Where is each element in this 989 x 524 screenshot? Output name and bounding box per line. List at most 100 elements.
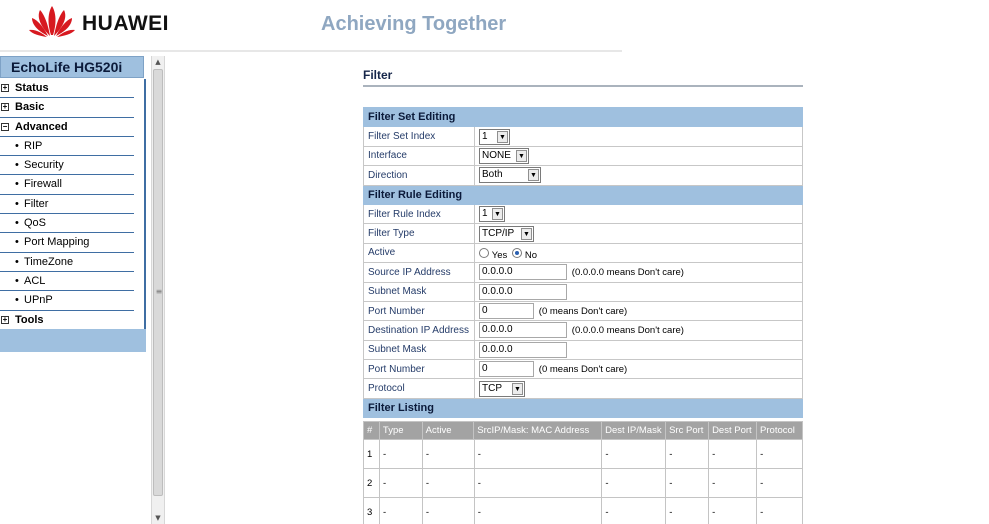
bullet-icon: • [15, 178, 19, 191]
scroll-up-arrow-icon[interactable]: ▲ [152, 56, 164, 68]
sidebar-item-basic[interactable]: + Basic [0, 98, 134, 118]
form-row: Destination IP Address 0.0.0.0 (0.0.0.0 … [363, 320, 803, 341]
select-value: TCP/IP [482, 227, 515, 239]
sidebar-item-label[interactable]: Basic [15, 98, 44, 116]
table-cell: - [665, 439, 710, 469]
sidebar-item-firewall[interactable]: • Firewall [0, 175, 134, 195]
bullet-icon: • [15, 139, 19, 152]
sidebar-item-label[interactable]: Security [24, 156, 64, 174]
scroll-thumb[interactable]: ≡ [153, 69, 163, 496]
expand-icon[interactable]: + [1, 103, 9, 112]
collapse-icon[interactable]: − [1, 122, 9, 131]
table-cell: - [665, 497, 710, 524]
interface-select[interactable]: NONE ▼ [479, 147, 529, 164]
sidebar-item-acl[interactable]: • ACL [0, 272, 134, 292]
protocol-select[interactable]: TCP ▼ [479, 380, 525, 397]
sidebar-item-advanced[interactable]: − Advanced [0, 118, 134, 137]
nav-list: + Status + Basic − Advanced • RIP • Secu… [0, 79, 146, 330]
sidebar-item-label[interactable]: UPnP [24, 291, 53, 309]
select-value: TCP [482, 382, 502, 394]
filter-listing-header: # Type Active SrcIP/Mask: MAC Address De… [363, 421, 803, 440]
source-port-input[interactable]: 0 [479, 303, 534, 320]
column-header: Src Port [665, 421, 710, 440]
sidebar-item-label[interactable]: ACL [24, 272, 45, 290]
sidebar-item-label[interactable]: QoS [24, 214, 46, 232]
table-cell: - [421, 439, 475, 469]
source-subnet-mask-input[interactable]: 0.0.0.0 [479, 283, 567, 300]
destination-ip-input[interactable]: 0.0.0.0 [479, 322, 567, 339]
sidebar-item-security[interactable]: • Security [0, 156, 134, 176]
radio-label: No [524, 250, 537, 262]
active-no-radio[interactable] [512, 247, 523, 258]
select-value: Both [482, 169, 503, 181]
table-row: 2 - - - - - - - [363, 468, 803, 498]
sidebar-item-label[interactable]: RIP [24, 137, 42, 155]
filter-rule-index-select[interactable]: 1 ▼ [479, 206, 505, 223]
section-header: Filter Rule Editing [363, 184, 803, 205]
sidebar-item-port-mapping[interactable]: • Port Mapping [0, 233, 134, 253]
source-ip-input[interactable]: 0.0.0.0 [479, 264, 567, 281]
field-label: Active [363, 242, 475, 264]
filter-listing-table: 1 - - - - - - - 2 - - - - - - - 3 - - - … [363, 439, 803, 524]
sidebar-item-upnp[interactable]: • UPnP [0, 291, 134, 311]
table-cell: - [756, 497, 803, 524]
field-hint: (0.0.0.0 means Don't care) [571, 266, 684, 278]
dropdown-arrow-icon[interactable]: ▼ [512, 382, 523, 395]
dropdown-arrow-icon[interactable]: ▼ [521, 227, 532, 240]
active-yes-radio[interactable] [479, 247, 489, 258]
field-label: Filter Rule Index [363, 203, 475, 225]
sidebar-item-label[interactable]: Firewall [24, 175, 62, 193]
destination-port-input[interactable]: 0 [479, 361, 534, 378]
sidebar-item-label[interactable]: Port Mapping [24, 233, 89, 251]
table-cell: 3 [363, 497, 380, 524]
dropdown-arrow-icon[interactable]: ▼ [528, 169, 539, 182]
sidebar-item-label[interactable]: Status [15, 79, 49, 97]
sidebar-scrollbar[interactable]: ▲ ≡ ▼ [151, 56, 165, 524]
table-cell: - [378, 468, 423, 498]
sidebar-item-timezone[interactable]: • TimeZone [0, 253, 134, 272]
sidebar-item-label[interactable]: Tools [15, 311, 44, 329]
dropdown-arrow-icon[interactable]: ▼ [497, 130, 508, 143]
filter-set-index-select[interactable]: 1 ▼ [479, 128, 510, 145]
column-header: Active [421, 421, 475, 440]
dropdown-arrow-icon[interactable]: ▼ [516, 149, 527, 162]
sidebar-item-rip[interactable]: • RIP [0, 137, 134, 157]
table-cell: - [708, 497, 758, 524]
expand-icon[interactable]: + [1, 84, 9, 92]
field-hint: (0.0.0.0 means Don't care) [571, 324, 684, 336]
sidebar-item-qos[interactable]: • QoS [0, 214, 134, 234]
form-row: Filter Rule Index 1 ▼ [363, 203, 803, 225]
bullet-icon: • [15, 236, 19, 249]
form-row: Filter Set Index 1 ▼ [363, 126, 803, 147]
form-row: Direction Both ▼ [363, 165, 803, 186]
dropdown-arrow-icon[interactable]: ▼ [492, 208, 503, 221]
filter-form: Filter Set Editing Filter Set Index 1 ▼ I… [363, 106, 803, 419]
table-cell: - [708, 439, 758, 469]
column-header: SrcIP/Mask: MAC Address [473, 421, 603, 440]
bullet-icon: • [15, 197, 19, 210]
table-cell: - [473, 468, 603, 498]
section-title: Filter Set Editing [363, 106, 803, 128]
table-row: 3 - - - - - - - [363, 497, 803, 524]
expand-icon[interactable]: + [1, 315, 9, 324]
huawei-logo-icon [29, 6, 75, 37]
header-banner: HUAWEI Achieving Together [0, 0, 622, 52]
sidebar-item-label[interactable]: TimeZone [24, 253, 73, 271]
sidebar-item-filter[interactable]: • Filter [0, 195, 134, 215]
table-cell: - [378, 439, 423, 469]
bullet-icon: • [15, 217, 19, 230]
direction-select[interactable]: Both ▼ [479, 167, 541, 184]
sidebar-item-tools[interactable]: + Tools [0, 311, 134, 330]
brand-name: HUAWEI [82, 12, 169, 35]
form-row: Port Number 0 (0 means Don't care) [363, 359, 803, 380]
field-label: Filter Set Index [363, 126, 475, 147]
sidebar-item-status[interactable]: + Status [0, 79, 134, 99]
filter-type-select[interactable]: TCP/IP ▼ [479, 225, 534, 242]
scroll-down-arrow-icon[interactable]: ▼ [152, 512, 164, 524]
bullet-icon: • [15, 159, 19, 172]
table-header-row: # Type Active SrcIP/Mask: MAC Address De… [363, 421, 803, 440]
destination-subnet-mask-input[interactable]: 0.0.0.0 [479, 341, 567, 358]
sidebar-item-label[interactable]: Advanced [15, 118, 68, 136]
sidebar-item-label[interactable]: Filter [24, 195, 48, 213]
select-value: NONE [482, 149, 511, 161]
